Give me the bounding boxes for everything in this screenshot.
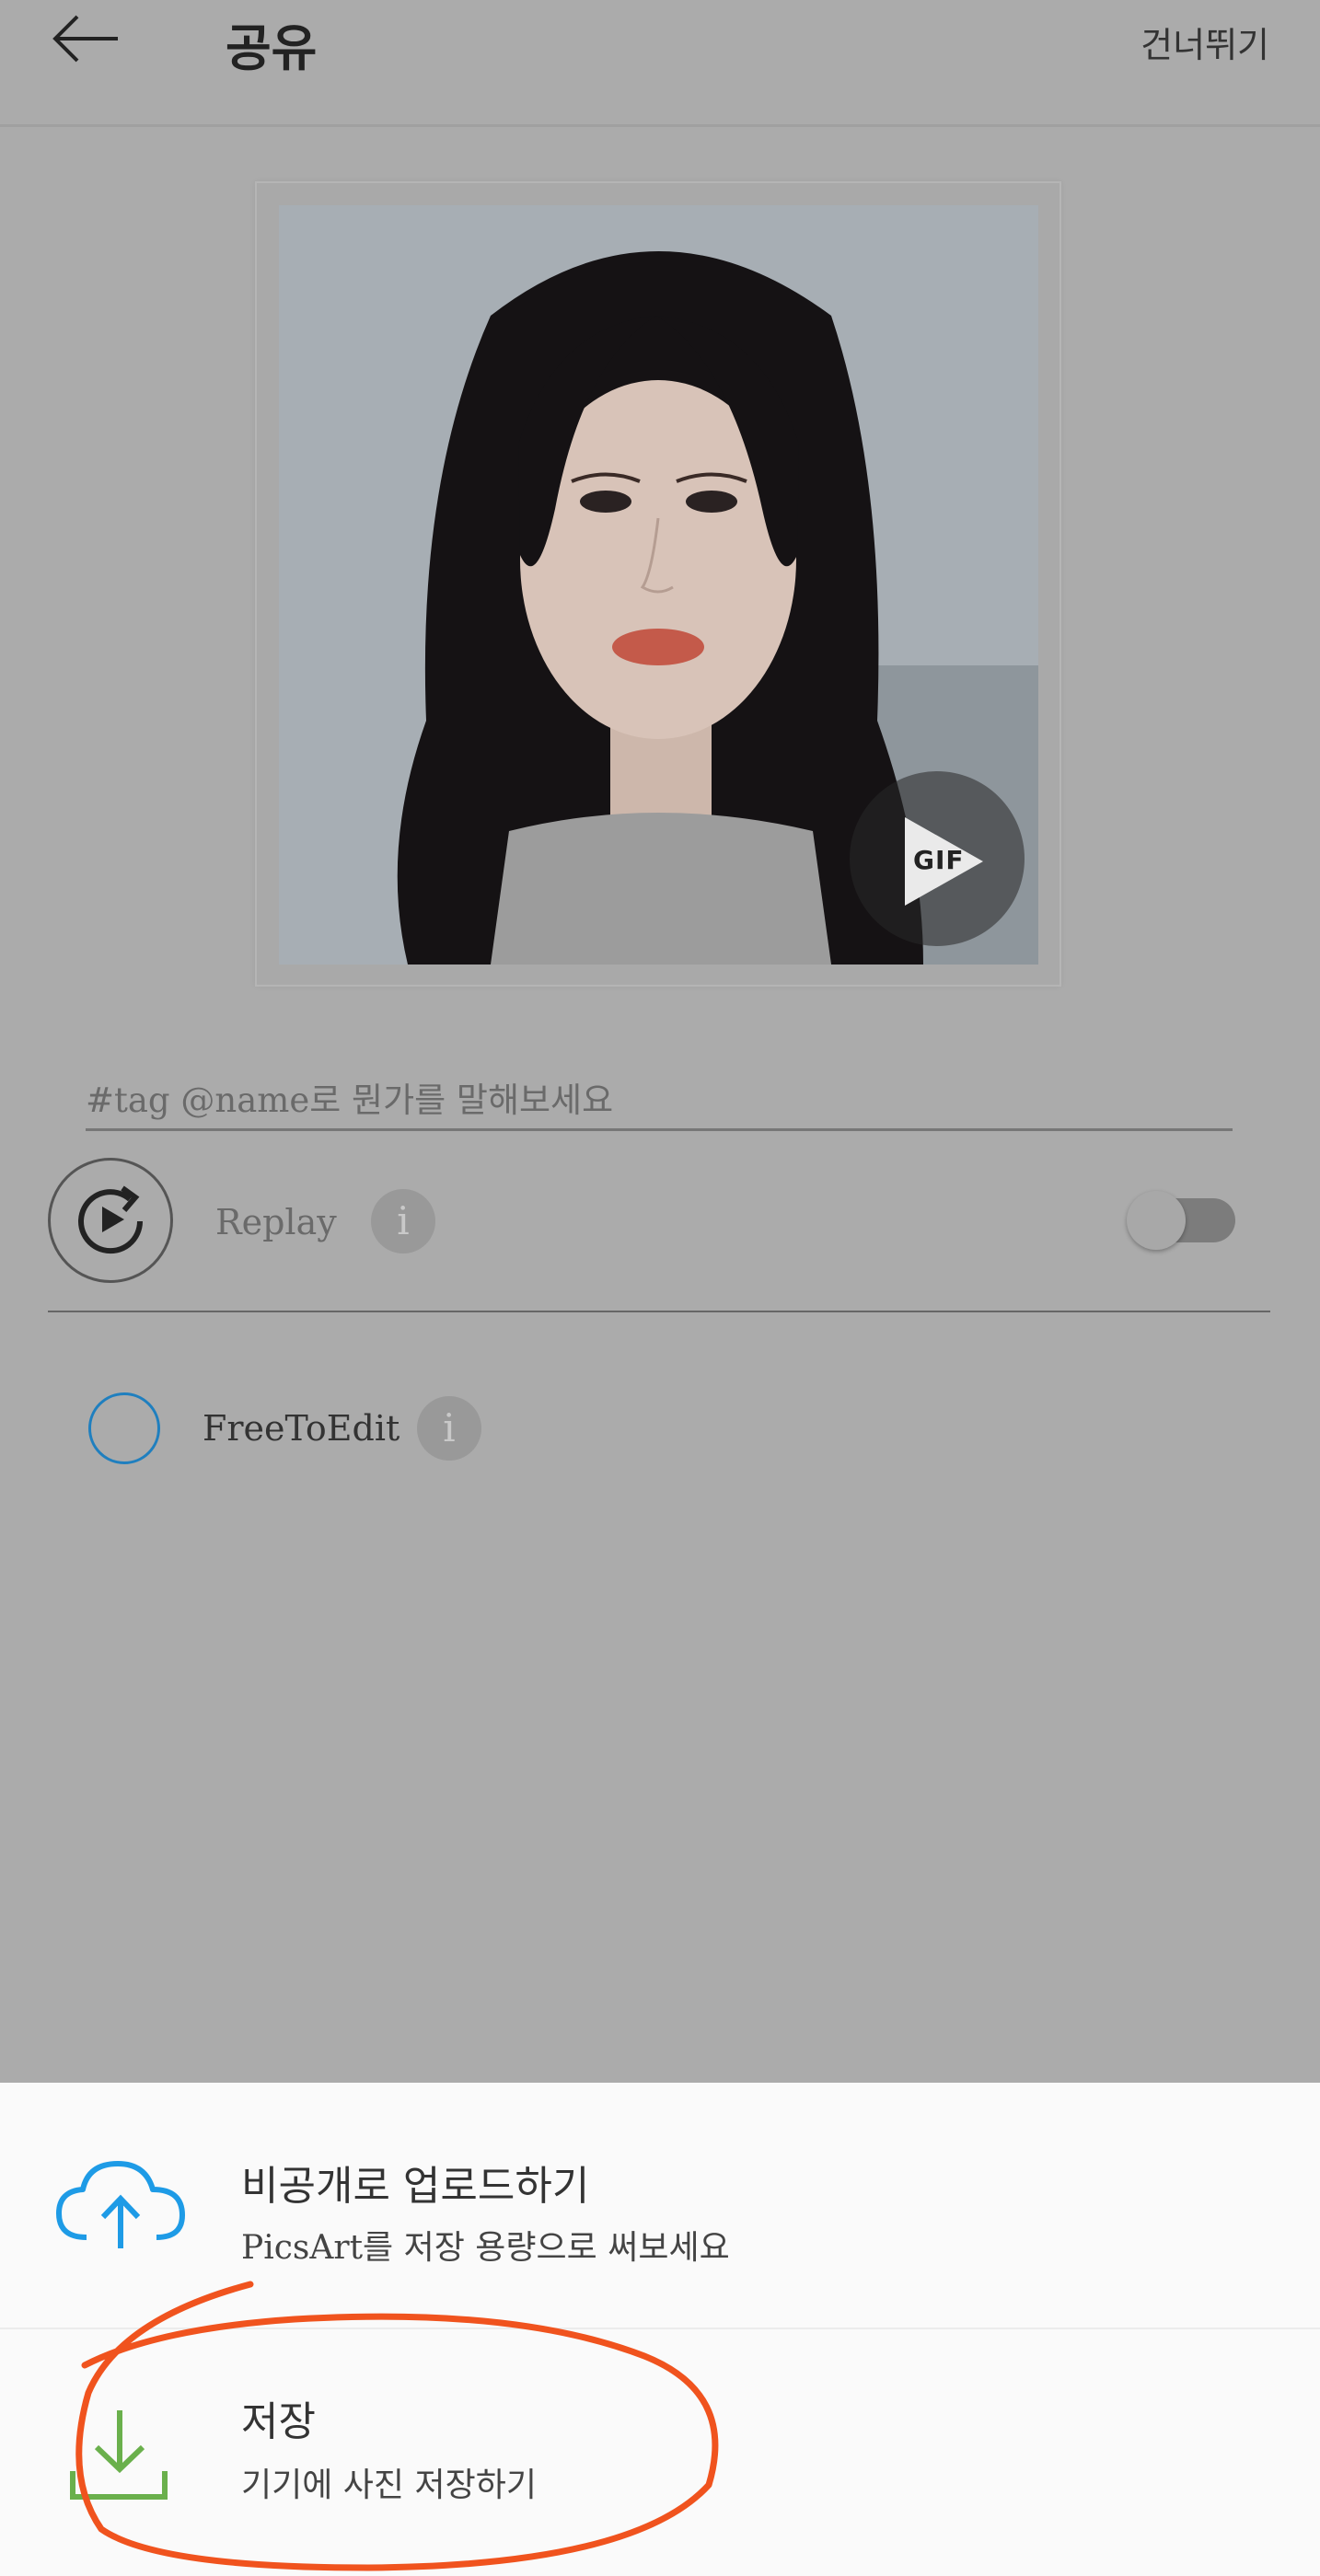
replay-icon[interactable] (48, 1158, 173, 1283)
caption-input[interactable]: #tag @name로 뭔가를 말해보세요 (86, 1072, 613, 1122)
free-to-edit-checkbox[interactable] (88, 1392, 160, 1464)
save-option[interactable]: 저장 기기에 사진 저장하기 (0, 2331, 1320, 2576)
replay-toggle-knob[interactable] (1127, 1191, 1186, 1250)
arrow-left-icon (52, 15, 118, 63)
cloud-upload-icon (56, 2161, 185, 2248)
upload-private-title: 비공개로 업로드하기 (241, 2163, 590, 2210)
upload-private-subtitle: PicsArt를 저장 용량으로 써보세요 (241, 2229, 730, 2267)
page-title: 공유 (226, 19, 318, 77)
section-divider (48, 1311, 1270, 1312)
upload-private-option[interactable]: 비공개로 업로드하기 PicsArt를 저장 용량으로 써보세요 (0, 2083, 1320, 2329)
back-button[interactable] (37, 0, 138, 83)
replay-info-icon[interactable]: i (371, 1189, 435, 1253)
top-app-bar: 공유 건너뛰기 (0, 0, 1320, 127)
free-to-edit-info-icon[interactable]: i (417, 1396, 481, 1461)
replay-label: Replay (215, 1202, 337, 1242)
save-subtitle: 기기에 사진 저장하기 (241, 2466, 537, 2504)
download-icon (70, 2410, 168, 2500)
skip-button[interactable]: 건너뛰기 (1141, 17, 1269, 67)
share-options-sheet: 비공개로 업로드하기 PicsArt를 저장 용량으로 써보세요 저장 기기에 … (0, 2083, 1320, 2576)
free-to-edit-label: FreeToEdit (203, 1408, 400, 1449)
caption-underline (86, 1128, 1233, 1131)
save-title: 저장 (241, 2398, 316, 2445)
gif-badge-label: GIF (913, 845, 965, 875)
